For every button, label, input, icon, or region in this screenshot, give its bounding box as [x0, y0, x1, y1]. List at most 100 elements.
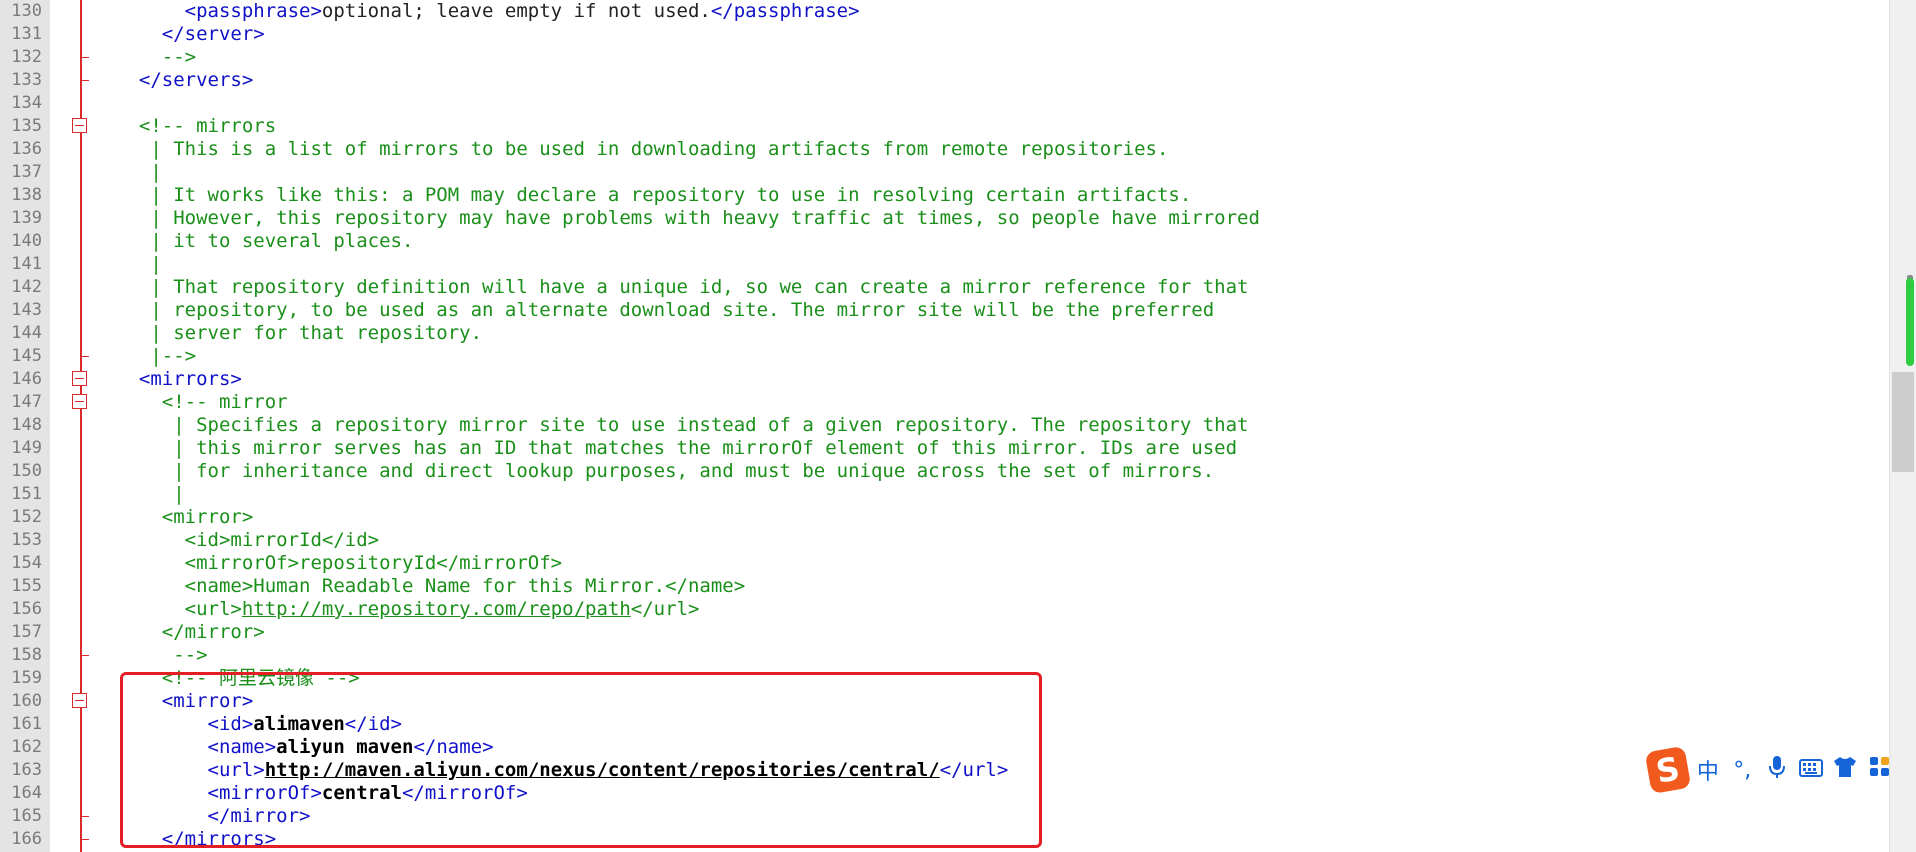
ime-toolbar[interactable]: S 中 °, [1644, 745, 1894, 795]
code-line[interactable]: 149 | this mirror serves has an ID that … [0, 437, 1890, 460]
code-line[interactable]: 135 <!-- mirrors [0, 115, 1890, 138]
code-token: --> [116, 46, 197, 68]
code-text: <url>http://maven.aliyun.com/nexus/conte… [116, 759, 1009, 782]
code-text: <!-- 阿里云镜像 --> [116, 667, 360, 690]
code-line[interactable]: 161 <id>alimaven</id> [0, 713, 1890, 736]
code-line[interactable]: 143 | repository, to be used as an alter… [0, 299, 1890, 322]
code-line[interactable]: 132 --> [0, 46, 1890, 69]
code-line[interactable]: 163 <url>http://maven.aliyun.com/nexus/c… [0, 759, 1890, 782]
code-token: alimaven [253, 713, 345, 735]
code-line[interactable]: 133 </servers> [0, 69, 1890, 92]
code-text: </mirrors> [116, 828, 276, 851]
code-text: | for inheritance and direct lookup purp… [116, 460, 1214, 483]
code-token: <name>Human Readable Name for this Mirro… [116, 575, 746, 597]
code-line[interactable]: 134 [0, 92, 1890, 115]
line-number: 143 [11, 300, 42, 320]
code-line[interactable]: 157 </mirror> [0, 621, 1890, 644]
line-number: 138 [11, 185, 42, 205]
line-number: 151 [11, 484, 42, 504]
code-token: optional; leave empty if not used. [321, 0, 711, 22]
line-number: 164 [11, 783, 42, 803]
code-line[interactable]: 137 | [0, 161, 1890, 184]
code-text: <id>alimaven</id> [116, 713, 403, 736]
line-number: 159 [11, 668, 42, 688]
apps-icon[interactable] [1866, 756, 1894, 784]
microphone-icon[interactable] [1762, 755, 1790, 785]
code-token: <!-- 阿里云镜像 --> [116, 667, 360, 689]
code-token: </name> [413, 736, 494, 758]
line-number: 149 [11, 438, 42, 458]
code-line[interactable]: 145 |--> [0, 345, 1890, 368]
code-token: </mirror> [116, 805, 311, 827]
code-line[interactable]: 152 <mirror> [0, 506, 1890, 529]
code-token: central [321, 782, 402, 804]
code-text: | That repository definition will have a… [116, 276, 1248, 299]
code-token: <url> [116, 598, 242, 620]
code-text: | it to several places. [116, 230, 413, 253]
code-line[interactable]: 146 <mirrors> [0, 368, 1890, 391]
line-number: 153 [11, 530, 42, 550]
code-line[interactable]: 159 <!-- 阿里云镜像 --> [0, 667, 1890, 690]
code-token: | Specifies a repository mirror site to … [116, 414, 1249, 436]
keyboard-icon[interactable] [1797, 758, 1825, 783]
line-number: 163 [11, 760, 42, 780]
line-number: 162 [11, 737, 42, 757]
code-text: <url>http://my.repository.com/repo/path<… [116, 598, 700, 621]
code-text: --> [116, 644, 207, 667]
code-line[interactable]: 139 | However, this repository may have … [0, 207, 1890, 230]
code-line[interactable]: 147 <!-- mirror [0, 391, 1890, 414]
line-number: 134 [11, 93, 42, 113]
code-line[interactable]: 153 <id>mirrorId</id> [0, 529, 1890, 552]
code-line[interactable]: 142 | That repository definition will ha… [0, 276, 1890, 299]
code-token: |--> [116, 345, 197, 367]
code-line[interactable]: 151 | [0, 483, 1890, 506]
code-line[interactable]: 162 <name>aliyun maven</name> [0, 736, 1890, 759]
code-line[interactable]: 140 | it to several places. [0, 230, 1890, 253]
code-line[interactable]: 156 <url>http://my.repository.com/repo/p… [0, 598, 1890, 621]
sogou-logo-icon[interactable]: S [1644, 745, 1692, 795]
code-line[interactable]: 130 <passphrase>optional; leave empty if… [0, 0, 1890, 23]
code-token: | repository, to be used as an alternate… [116, 299, 1215, 321]
code-text: | [116, 483, 184, 506]
code-line[interactable]: 154 <mirrorOf>repositoryId</mirrorOf> [0, 552, 1890, 575]
code-line[interactable]: 136 | This is a list of mirrors to be us… [0, 138, 1890, 161]
fold-toggle-icon[interactable] [72, 371, 87, 386]
fold-end-marker [81, 80, 89, 81]
code-token: | for inheritance and direct lookup purp… [116, 460, 1215, 482]
code-line[interactable]: 165 </mirror> [0, 805, 1890, 828]
fold-toggle-icon[interactable] [72, 693, 87, 708]
fold-toggle-icon[interactable] [72, 118, 87, 133]
code-line[interactable]: 138 | It works like this: a POM may decl… [0, 184, 1890, 207]
code-text: <passphrase>optional; leave empty if not… [116, 0, 860, 23]
fold-end-marker [81, 57, 89, 58]
code-line[interactable]: 164 <mirrorOf>central</mirrorOf> [0, 782, 1890, 805]
code-token: | However, this repository may have prob… [116, 207, 1260, 229]
ime-punct-button[interactable]: °, [1728, 758, 1756, 783]
code-line[interactable]: 166 </mirrors> [0, 828, 1890, 851]
code-token: | This is a list of mirrors to be used i… [116, 138, 1169, 160]
ime-mode-button[interactable]: 中 [1694, 754, 1722, 786]
code-line[interactable]: 131 </server> [0, 23, 1890, 46]
code-text: | [116, 161, 161, 184]
code-text: </mirror> [116, 805, 311, 828]
vertical-scrollbar[interactable] [1889, 0, 1916, 852]
code-line[interactable]: 160 <mirror> [0, 690, 1890, 713]
line-number: 142 [11, 277, 42, 297]
code-line[interactable]: 144 | server for that repository. [0, 322, 1890, 345]
code-line[interactable]: 141 | [0, 253, 1890, 276]
fold-toggle-icon[interactable] [72, 394, 87, 409]
code-text: </server> [116, 23, 265, 46]
code-line[interactable]: 155 <name>Human Readable Name for this M… [0, 575, 1890, 598]
code-line[interactable]: 158 --> [0, 644, 1890, 667]
code-line[interactable]: 150 | for inheritance and direct lookup … [0, 460, 1890, 483]
code-token: | [116, 253, 162, 275]
code-editor[interactable]: 130 <passphrase>optional; leave empty if… [0, 0, 1916, 852]
code-text: | It works like this: a POM may declare … [116, 184, 1191, 207]
scrollbar-thumb[interactable] [1892, 372, 1914, 472]
line-number: 156 [11, 599, 42, 619]
line-number: 154 [11, 553, 42, 573]
code-line[interactable]: 148 | Specifies a repository mirror site… [0, 414, 1890, 437]
code-token: <name> [116, 736, 277, 758]
shirt-icon[interactable] [1831, 756, 1859, 784]
code-text: <!-- mirror [116, 391, 288, 414]
